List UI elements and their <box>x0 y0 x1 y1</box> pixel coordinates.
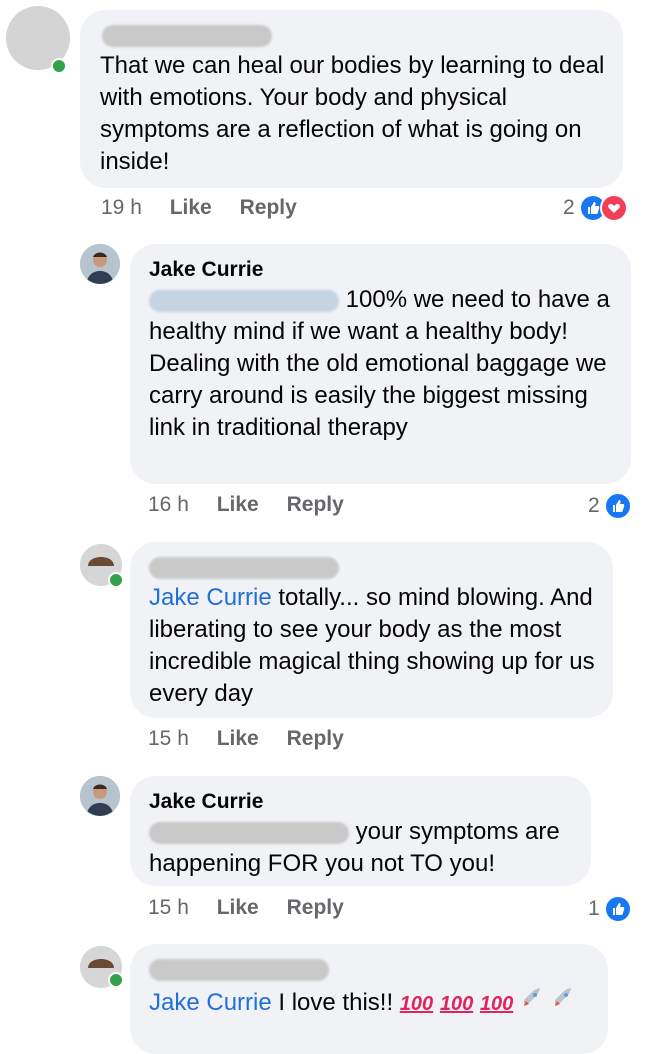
mention-link[interactable]: Jake Currie <box>149 989 272 1016</box>
comment-2: Jake Currie 100% we need to have a healt… <box>0 230 652 530</box>
hundred-points-emoji: 100 <box>479 993 514 1015</box>
reply-button[interactable]: Reply <box>287 493 344 516</box>
reaction-count-label: 1 <box>588 897 600 920</box>
comment-bubble: Jake Currie totally... so mind blowing. … <box>130 542 613 718</box>
like-button[interactable]: Like <box>217 727 259 750</box>
comment-bubble: That we can heal our bodies by learning … <box>80 10 623 188</box>
avatar[interactable] <box>80 244 120 284</box>
reply-button[interactable]: Reply <box>287 727 344 750</box>
reply-button[interactable]: Reply <box>240 196 297 219</box>
comment-timestamp: 16 h <box>148 493 189 516</box>
comment-3: Jake Currie totally... so mind blowing. … <box>0 530 652 770</box>
online-status-icon <box>108 572 124 588</box>
rocket-emoji <box>551 988 575 1016</box>
comment-text: That we can heal our bodies by learning … <box>100 52 605 175</box>
comment-timestamp: 15 h <box>148 896 189 919</box>
comment-bubble: Jake Currie your symptoms are happening … <box>130 776 591 886</box>
comment-meta: 15 h Like Reply <box>148 896 366 920</box>
like-icon <box>603 895 632 923</box>
comment-author-redacted[interactable] <box>149 958 329 982</box>
comment-4: Jake Currie your symptoms are happening … <box>0 770 652 940</box>
reaction-count[interactable]: 2 <box>563 194 628 222</box>
online-status-icon <box>108 972 124 988</box>
reply-button[interactable]: Reply <box>287 896 344 919</box>
comment-bubble: Jake Currie I love this!! 100 100 100 <box>130 944 608 1054</box>
comment-author[interactable]: Jake Currie <box>149 790 263 814</box>
comment-author-redacted[interactable] <box>102 24 272 48</box>
reaction-count-label: 2 <box>588 494 600 517</box>
rocket-emoji <box>520 988 551 1016</box>
comment-timestamp: 19 h <box>101 196 142 219</box>
comment-1: That we can heal our bodies by learning … <box>0 0 652 230</box>
hundred-points-emoji: 100 <box>439 993 474 1015</box>
comment-meta: 16 h Like Reply <box>148 493 366 517</box>
hundred-points-emoji: 100 <box>399 993 434 1015</box>
reaction-count-label: 2 <box>563 196 575 219</box>
comment-bubble: Jake Currie 100% we need to have a healt… <box>130 244 631 484</box>
reaction-count[interactable]: 1 <box>588 895 632 923</box>
comment-text: 100% we need to have a healthy mind if w… <box>149 286 610 441</box>
mention-redacted[interactable] <box>149 289 339 312</box>
comment-text: Jake Currie totally... so mind blowing. … <box>149 584 595 707</box>
mention-redacted[interactable] <box>149 821 349 844</box>
comment-author[interactable]: Jake Currie <box>149 258 263 282</box>
like-button[interactable]: Like <box>217 896 259 919</box>
comment-timestamp: 15 h <box>148 727 189 750</box>
mention-link[interactable]: Jake Currie <box>149 584 272 611</box>
comment-text: your symptoms are happening FOR you not … <box>149 818 560 877</box>
like-icon <box>603 492 632 520</box>
comment-meta: 15 h Like Reply <box>148 727 366 751</box>
online-status-icon <box>51 58 67 74</box>
like-button[interactable]: Like <box>170 196 212 219</box>
comment-author-redacted[interactable] <box>149 556 339 580</box>
reaction-count[interactable]: 2 <box>588 492 632 520</box>
comment-meta: 19 h Like Reply <box>101 196 319 220</box>
comment-text: Jake Currie I love this!! 100 100 100 <box>149 986 599 1020</box>
like-button[interactable]: Like <box>217 493 259 516</box>
comment-5: Jake Currie I love this!! 100 100 100 <box>0 940 652 1054</box>
avatar[interactable] <box>80 776 120 816</box>
love-icon <box>599 194 628 222</box>
